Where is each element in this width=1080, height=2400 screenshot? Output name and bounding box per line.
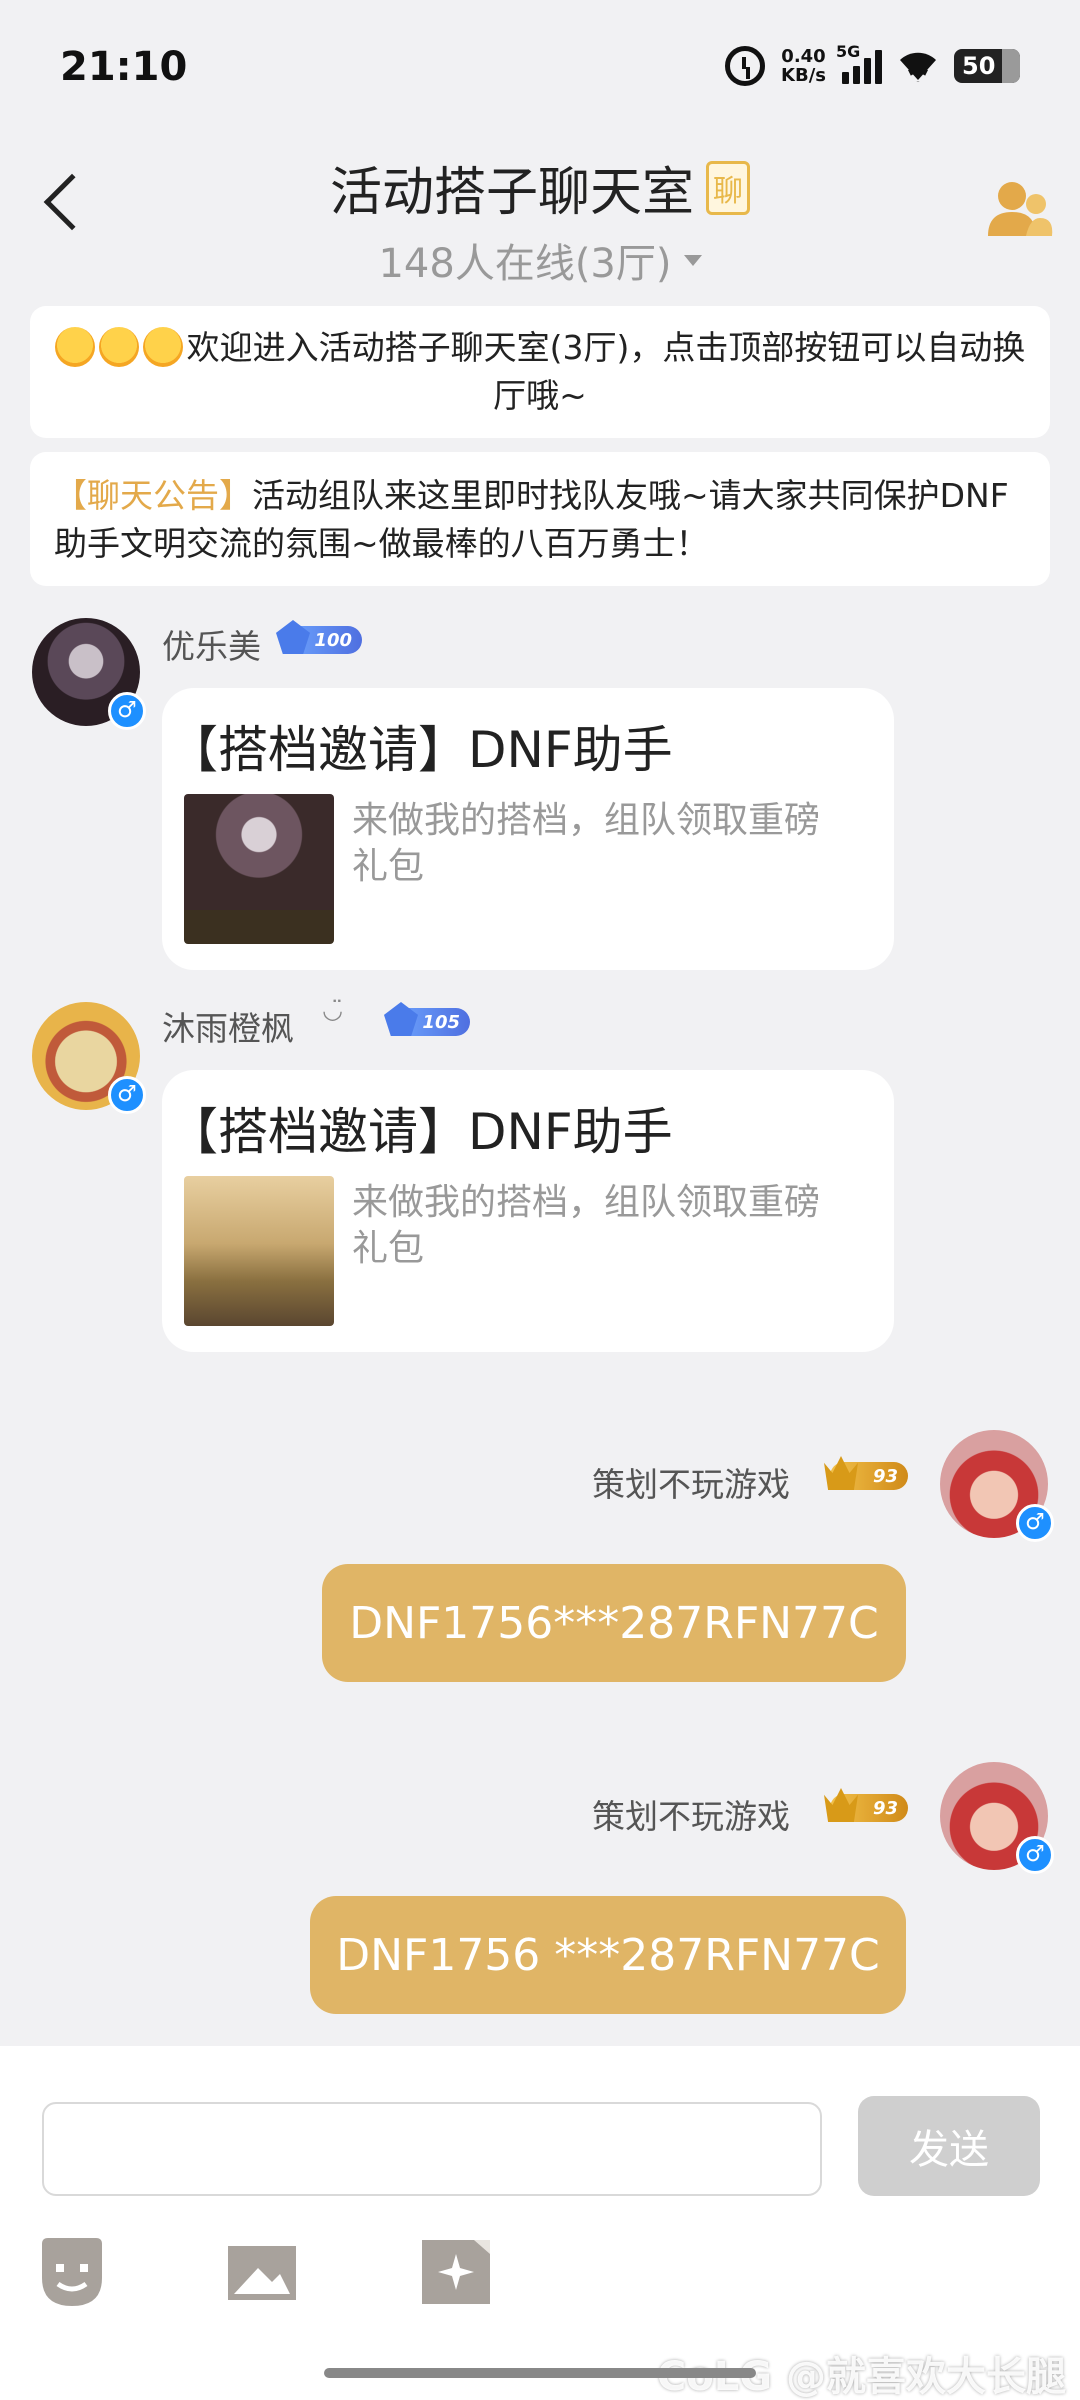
crown-icon [824,1788,858,1822]
level-badge: 93 [824,1456,908,1490]
network-speed-value: 0.40 [781,46,826,67]
male-gender-icon: ♂ [1016,1504,1054,1542]
avatar[interactable]: ♂ [32,1002,146,1114]
chatroom-header: 活动搭子聊天室 聊 148人在线(3厅) [0,130,1080,300]
status-icons: 0.40 KB/s 5G 50 [725,42,1020,86]
caret-down-icon [683,254,702,266]
alarm-icon [725,46,766,86]
level-number: 100 [314,629,352,651]
diamond-icon [384,1002,418,1036]
network-speed: 0.40 KB/s [781,47,826,85]
male-gender-icon: ♂ [108,692,146,730]
network-speed-unit: KB/s [781,65,826,86]
battery-level: 50 [962,52,996,80]
welcome-text: 欢迎进入活动搭子聊天室(3厅)，点击顶部按钮可以自动换厅哦~ [186,328,1026,415]
username[interactable]: 优乐美 [162,620,261,668]
diamond-icon [276,620,310,654]
avatar[interactable]: ♂ [940,1762,1054,1874]
message-bubble[interactable]: DNF1756***287RFN77C [322,1564,906,1682]
invite-card-desc: 来做我的搭档，组队领取重磅礼包 [352,1182,821,1269]
level-number: 93 [872,1797,898,1819]
image-picker-icon[interactable] [224,2234,300,2310]
username[interactable]: 策划不玩游戏 [592,1790,790,1838]
invite-card-title: 【搭档邀请】DNF助手 [168,1103,673,1161]
group-members-icon[interactable] [986,178,1054,244]
username-suffix: ◡̈ [322,996,343,1024]
username[interactable]: 沐雨橙枫 [162,1002,294,1050]
online-count-selector[interactable]: 148人在线(3厅) [378,231,702,289]
emoji-icon [98,327,139,367]
page-title-text: 活动搭子聊天室 [329,163,694,223]
level-number: 93 [872,1465,898,1487]
wifi-icon [898,50,938,82]
page-title: 活动搭子聊天室 聊 [330,150,750,225]
invite-card[interactable]: 【搭档邀请】DNF助手 来做我的搭档，组队领取重磅礼包 [162,1070,894,1352]
emoji-picker-icon[interactable] [34,2234,110,2310]
signal-5g-label: 5G [836,42,861,61]
level-badge: 105 [384,1002,470,1036]
home-indicator[interactable] [324,2368,756,2378]
emoji-icon [54,327,95,367]
battery-icon: 50 [954,49,1020,83]
status-time: 21:10 [60,44,188,90]
avatar[interactable]: ♂ [32,618,146,730]
invite-card[interactable]: 【搭档邀请】DNF助手 来做我的搭档，组队领取重磅礼包 [162,688,894,970]
emoji-icon [142,327,183,367]
invite-card-desc: 来做我的搭档，组队领取重磅礼包 [352,800,821,887]
invite-thumbnail [184,1176,334,1326]
online-count: 148人在线(3厅) [378,241,672,287]
welcome-notice: 欢迎进入活动搭子聊天室(3厅)，点击顶部按钮可以自动换厅哦~ [30,306,1050,438]
male-gender-icon: ♂ [1016,1836,1054,1874]
chat-badge: 聊 [706,160,750,215]
male-gender-icon: ♂ [108,1076,146,1114]
level-number: 105 [422,1011,460,1033]
title-area: 活动搭子聊天室 聊 148人在线(3厅) [0,150,1080,289]
message-bubble[interactable]: DNF1756 ***287RFN77C [310,1896,906,2014]
announcement-notice: 【聊天公告】活动组队来这里即时找队友哦~请大家共同保护DNF助手文明交流的氛围~… [30,452,1050,586]
announcement-tag: 【聊天公告】 [54,476,252,515]
cellular-signal-icon: 5G [836,42,882,84]
username[interactable]: 策划不玩游戏 [592,1458,790,1506]
level-badge: 100 [276,620,362,654]
status-bar: 21:10 0.40 KB/s 5G 50 [0,0,1080,130]
invite-card-title: 【搭档邀请】DNF助手 [168,721,673,779]
send-button[interactable]: 发送 [858,2096,1040,2196]
level-badge: 93 [824,1788,908,1822]
message-input[interactable] [42,2102,822,2196]
avatar[interactable]: ♂ [940,1430,1054,1542]
sticker-picker-icon[interactable] [418,2234,494,2310]
crown-icon [824,1456,858,1490]
invite-thumbnail [184,794,334,944]
